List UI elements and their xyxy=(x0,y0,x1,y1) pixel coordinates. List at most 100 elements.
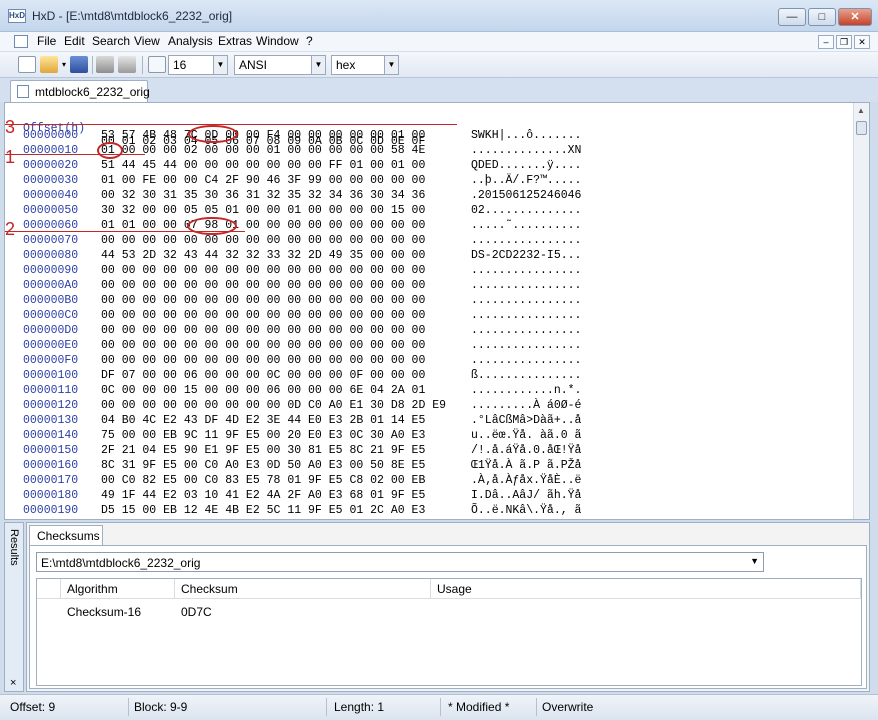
hex-bytes[interactable]: 51 44 45 44 00 00 00 00 00 00 00 FF 01 0… xyxy=(101,159,425,172)
menu-extras[interactable]: Extras xyxy=(216,34,254,48)
column-header-usage[interactable]: Usage xyxy=(431,579,861,599)
checksum-list[interactable]: Algorithm Checksum Usage Checksum-16 0D7… xyxy=(36,578,862,686)
hex-bytes[interactable]: D5 15 00 EB 12 4E 4B E2 5C 11 9F E5 01 2… xyxy=(101,504,425,517)
hex-text[interactable]: .201506125246046 xyxy=(471,189,581,202)
hex-text[interactable]: ............n.*. xyxy=(471,384,581,397)
columns-icon[interactable] xyxy=(148,56,166,73)
hex-text[interactable]: .....˜.......... xyxy=(471,219,581,232)
bytes-per-row-select[interactable]: 16 ▼ xyxy=(168,55,228,75)
new-file-icon[interactable] xyxy=(18,56,36,73)
mdi-close-button[interactable]: ✕ xyxy=(854,35,870,49)
document-tab[interactable]: mtdblock6_2232_orig xyxy=(10,80,150,102)
charset-value: ANSI xyxy=(239,58,268,72)
tab-checksums[interactable]: Checksums xyxy=(29,525,103,545)
save-icon[interactable] xyxy=(70,56,88,73)
hex-text[interactable]: /!.å.áŸå.0.åŒ!Ÿå xyxy=(471,444,581,457)
checksum-algorithm-cell[interactable]: Checksum-16 xyxy=(67,605,141,619)
results-label[interactable]: Results xyxy=(8,529,20,566)
hex-text[interactable]: ................ xyxy=(471,324,581,337)
hex-text[interactable]: I.Dâ..AâJ/ ãh.Ÿå xyxy=(471,489,581,502)
hex-text[interactable]: Õ..ë.NKâ\.Ÿå., ã xyxy=(471,504,581,517)
maximize-button[interactable]: □ xyxy=(808,8,836,26)
chevron-down-icon[interactable]: ▼ xyxy=(384,56,398,74)
hex-bytes[interactable]: 44 53 2D 32 43 44 32 32 33 32 2D 49 35 0… xyxy=(101,249,425,262)
menu-analysis[interactable]: Analysis xyxy=(166,34,215,48)
hex-bytes[interactable]: 00 00 00 00 00 00 00 00 00 00 00 00 00 0… xyxy=(101,324,425,337)
hex-editor[interactable]: Offset(h) 00 01 02 03 04 05 06 07 08 09 … xyxy=(4,102,870,520)
hex-text[interactable]: ................ xyxy=(471,279,581,292)
hex-bytes[interactable]: 49 1F 44 E2 03 10 41 E2 4A 2F A0 E3 68 0… xyxy=(101,489,425,502)
hex-bytes[interactable]: 00 00 00 00 00 00 00 00 00 00 00 00 00 0… xyxy=(101,309,425,322)
hex-text[interactable]: QDED.......ÿ.... xyxy=(471,159,581,172)
hex-bytes[interactable]: 00 32 30 31 35 30 36 31 32 35 32 34 36 3… xyxy=(101,189,425,202)
hex-text[interactable]: ..............XN xyxy=(471,144,581,157)
hex-bytes[interactable]: 00 00 00 00 00 00 00 00 00 00 00 00 00 0… xyxy=(101,339,425,352)
hex-text[interactable]: u..ëœ.Ÿå. àã.0 ã xyxy=(471,429,581,442)
vertical-scrollbar[interactable]: ▲ xyxy=(853,103,869,519)
hex-bytes[interactable]: 8C 31 9F E5 00 C0 A0 E3 0D 50 A0 E3 00 5… xyxy=(101,459,425,472)
hex-bytes[interactable]: DF 07 00 00 06 00 00 00 0C 00 00 00 0F 0… xyxy=(101,369,425,382)
display-mode-select[interactable]: hex ▼ xyxy=(331,55,399,75)
hex-bytes[interactable]: 00 00 00 00 00 00 00 00 00 00 00 00 00 0… xyxy=(101,354,425,367)
chevron-down-icon[interactable]: ▼ xyxy=(213,56,227,74)
hex-text[interactable]: .........À á0Ø-é xyxy=(471,399,581,412)
hex-text[interactable]: .À‚å.Àƒåx.ŸåÈ..ë xyxy=(471,474,581,487)
open-file-icon[interactable] xyxy=(40,56,58,73)
chevron-down-icon[interactable]: ▾ xyxy=(60,56,68,73)
hex-bytes[interactable]: 0C 00 00 00 15 00 00 00 06 00 00 00 6E 0… xyxy=(101,384,425,397)
chevron-down-icon[interactable]: ▼ xyxy=(311,56,325,74)
mdi-minimize-button[interactable]: – xyxy=(818,35,834,49)
scroll-up-arrow-icon[interactable]: ▲ xyxy=(857,106,865,115)
column-header-checksum[interactable]: Checksum xyxy=(175,579,431,599)
menu-help[interactable]: ? xyxy=(304,34,315,48)
charset-select[interactable]: ANSI ▼ xyxy=(234,55,326,75)
hex-text[interactable]: 02.............. xyxy=(471,204,581,217)
hex-bytes[interactable]: 01 00 00 00 02 00 00 00 01 00 00 00 00 0… xyxy=(101,144,425,157)
status-mode[interactable]: Overwrite xyxy=(542,700,593,714)
hex-text[interactable]: ................ xyxy=(471,354,581,367)
hex-text[interactable]: ................ xyxy=(471,309,581,322)
hex-text[interactable]: ................ xyxy=(471,264,581,277)
menu-search[interactable]: Search xyxy=(90,34,132,48)
column-header-algorithm[interactable]: Algorithm xyxy=(61,579,175,599)
document-icon[interactable] xyxy=(14,35,28,48)
print-icon[interactable] xyxy=(96,56,114,73)
menu-window[interactable]: Window xyxy=(254,34,301,48)
hex-bytes[interactable]: 00 C0 82 E5 00 C0 83 E5 78 01 9F E5 C8 0… xyxy=(101,474,425,487)
hex-text[interactable]: DS-2CD2232-I5... xyxy=(471,249,581,262)
chevron-down-icon[interactable]: ▼ xyxy=(750,556,759,566)
hex-offset: 000000A0 xyxy=(23,279,79,292)
minimize-button[interactable]: — xyxy=(778,8,806,26)
hex-bytes[interactable]: 01 00 FE 00 00 C4 2F 90 46 3F 99 00 00 0… xyxy=(101,174,425,187)
hex-text[interactable]: SWKH|...ô....... xyxy=(471,129,581,142)
hex-text[interactable]: ................ xyxy=(471,339,581,352)
hex-bytes[interactable]: 53 57 4B 48 7C 0D 00 00 F4 00 00 00 00 0… xyxy=(101,129,425,142)
hex-text[interactable]: ................ xyxy=(471,294,581,307)
hex-bytes[interactable]: 00 00 00 00 00 00 00 00 00 0D C0 A0 E1 3… xyxy=(101,399,446,412)
hex-text[interactable]: .°LâCßMâ>Dàã+..å xyxy=(471,414,581,427)
file-select-value: E:\mtd8\mtdblock6_2232_orig xyxy=(41,556,201,570)
hex-text[interactable]: Œ1Ÿå.À ã.P ã.PŽå xyxy=(471,459,581,472)
hex-bytes[interactable]: 75 00 00 EB 9C 11 9F E5 00 20 E0 E3 0C 3… xyxy=(101,429,425,442)
menu-edit[interactable]: Edit xyxy=(62,34,87,48)
hex-bytes[interactable]: 00 00 00 00 00 00 00 00 00 00 00 00 00 0… xyxy=(101,294,425,307)
results-close-button[interactable]: × xyxy=(10,677,16,689)
hex-bytes[interactable]: 2F 21 04 E5 90 E1 9F E5 00 30 81 E5 8C 2… xyxy=(101,444,425,457)
hex-bytes[interactable]: 00 00 00 00 00 00 00 00 00 00 00 00 00 0… xyxy=(101,234,425,247)
hex-bytes[interactable]: 00 00 00 00 00 00 00 00 00 00 00 00 00 0… xyxy=(101,279,425,292)
scrollbar-thumb[interactable] xyxy=(856,121,867,135)
hex-bytes[interactable]: 30 32 00 00 05 05 01 00 00 01 00 00 00 0… xyxy=(101,204,425,217)
hex-offset: 00000190 xyxy=(23,504,79,517)
close-button[interactable]: ✕ xyxy=(838,8,872,26)
menu-file[interactable]: File xyxy=(35,34,58,48)
hex-bytes[interactable]: 00 00 00 00 00 00 00 00 00 00 00 00 00 0… xyxy=(101,264,425,277)
file-select[interactable]: E:\mtd8\mtdblock6_2232_orig ▼ xyxy=(36,552,764,572)
menu-view[interactable]: View xyxy=(132,34,162,48)
hex-text[interactable]: ß............... xyxy=(471,369,581,382)
print-setup-icon[interactable] xyxy=(118,56,136,73)
hex-bytes[interactable]: 04 B0 4C E2 43 DF 4D E2 3E 44 E0 E3 2B 0… xyxy=(101,414,425,427)
mdi-restore-button[interactable]: ❐ xyxy=(836,35,852,49)
hex-text[interactable]: ..þ..Ä/.F?™..... xyxy=(471,174,581,187)
hex-text[interactable]: ................ xyxy=(471,234,581,247)
checksum-value-cell[interactable]: 0D7C xyxy=(181,605,212,619)
